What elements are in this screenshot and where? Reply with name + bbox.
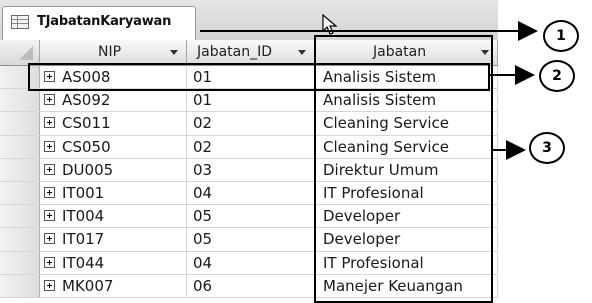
expand-plus-icon[interactable] (44, 279, 55, 291)
row-selector[interactable] (0, 274, 40, 297)
select-all-corner[interactable] (0, 40, 40, 65)
datasheet-rows: AS008 01 Analisis Sistem AS092 01 Analis… (0, 66, 498, 298)
cell-nip[interactable]: MK007 (60, 274, 187, 297)
table-row[interactable]: IT001 04 IT Profesional (0, 181, 498, 206)
cell-jabatan-id[interactable]: 04 (187, 251, 315, 274)
cell-jabatan[interactable]: Cleaning Service (315, 112, 498, 135)
callout-2: 2 (539, 60, 575, 92)
cell-jabatan[interactable]: Developer (315, 205, 498, 228)
row-selector[interactable] (0, 112, 40, 135)
table-row[interactable]: IT017 05 Developer (0, 228, 498, 252)
cell-nip[interactable]: CS011 (60, 112, 187, 135)
cell-jabatan-id[interactable]: 01 (187, 66, 315, 89)
mouse-pointer-icon (322, 14, 338, 35)
cell-jabatan[interactable]: Cleaning Service (315, 135, 498, 158)
expand-plus-icon[interactable] (44, 94, 55, 106)
row-selector[interactable] (0, 89, 40, 112)
cell-nip[interactable]: CS050 (60, 135, 187, 158)
table-icon (11, 15, 29, 29)
table-row[interactable]: IT004 05 Developer (0, 205, 498, 229)
cell-nip[interactable]: IT044 (60, 251, 187, 274)
table-row[interactable]: AS092 01 Analisis Sistem (0, 89, 498, 113)
cell-jabatan-id[interactable]: 04 (187, 181, 315, 205)
expand-plus-icon[interactable] (44, 233, 55, 245)
dropdown-arrow-icon[interactable] (481, 50, 489, 55)
dropdown-arrow-icon[interactable] (170, 50, 178, 55)
row-selector[interactable] (0, 205, 40, 228)
column-header-jabatan-id[interactable]: Jabatan_ID (187, 40, 315, 65)
row-selector[interactable] (0, 158, 40, 181)
table-row[interactable]: CS011 02 Cleaning Service (0, 112, 498, 136)
cell-jabatan[interactable]: IT Profesional (315, 181, 498, 205)
cell-jabatan-id[interactable]: 05 (187, 228, 315, 251)
cell-jabatan-id[interactable]: 06 (187, 274, 315, 297)
cell-jabatan[interactable]: Direktur Umum (315, 158, 498, 181)
callout-3: 3 (529, 132, 565, 164)
callout-1: 1 (543, 20, 579, 52)
cell-jabatan[interactable]: IT Profesional (315, 251, 498, 274)
cell-nip[interactable]: IT004 (60, 205, 187, 228)
cell-nip[interactable]: AS008 (60, 66, 187, 89)
expand-plus-icon[interactable] (44, 163, 55, 175)
cell-jabatan[interactable]: Manejer Keuangan (315, 274, 498, 297)
expand-plus-icon[interactable] (44, 186, 55, 198)
expand-plus-icon[interactable] (44, 71, 55, 82)
cell-nip[interactable]: IT017 (60, 228, 187, 251)
dropdown-arrow-icon[interactable] (298, 50, 306, 55)
tab-title: TJabatanKaryawan (37, 14, 172, 29)
column-header-label: Jabatan_ID (197, 44, 273, 60)
tab-strip: TJabatanKaryawan (0, 0, 498, 41)
tab-tjabatankaryawan[interactable]: TJabatanKaryawan (2, 6, 196, 40)
table-row[interactable]: DU005 03 Direktur Umum (0, 158, 498, 182)
expand-plus-icon[interactable] (44, 210, 55, 222)
expand-plus-icon[interactable] (44, 140, 55, 152)
row-selector[interactable] (0, 135, 40, 158)
table-row[interactable]: MK007 06 Manejer Keuangan (0, 274, 498, 298)
cell-jabatan[interactable]: Analisis Sistem (315, 66, 498, 89)
cell-jabatan-id[interactable]: 05 (187, 205, 315, 228)
cell-jabatan-id[interactable]: 02 (187, 112, 315, 135)
cell-jabatan[interactable]: Analisis Sistem (315, 89, 498, 112)
column-header-row: NIP Jabatan_ID Jabatan (0, 40, 498, 66)
cell-jabatan[interactable]: Developer (315, 228, 498, 251)
table-row[interactable]: AS008 01 Analisis Sistem (0, 66, 498, 90)
table-row[interactable]: IT044 04 IT Profesional (0, 251, 498, 275)
row-selector[interactable] (0, 228, 40, 251)
column-header-nip[interactable]: NIP (40, 40, 187, 65)
cell-jabatan-id[interactable]: 01 (187, 89, 315, 112)
expand-plus-icon[interactable] (44, 256, 55, 268)
column-header-label: Jabatan (373, 44, 427, 60)
row-selector[interactable] (0, 181, 40, 205)
table-row[interactable]: CS050 02 Cleaning Service (0, 135, 498, 159)
cell-nip[interactable]: IT001 (60, 181, 187, 205)
cell-nip[interactable]: DU005 (60, 158, 187, 181)
datasheet-window: TJabatanKaryawan NIP Jabatan_ID Jabatan … (0, 0, 498, 298)
column-header-label: NIP (98, 44, 122, 60)
column-header-jabatan[interactable]: Jabatan (315, 40, 498, 65)
cell-jabatan-id[interactable]: 03 (187, 158, 315, 181)
row-selector[interactable] (0, 66, 40, 89)
row-selector[interactable] (0, 251, 40, 274)
cell-nip[interactable]: AS092 (60, 89, 187, 112)
expand-plus-icon[interactable] (44, 117, 55, 129)
cell-jabatan-id[interactable]: 02 (187, 135, 315, 158)
